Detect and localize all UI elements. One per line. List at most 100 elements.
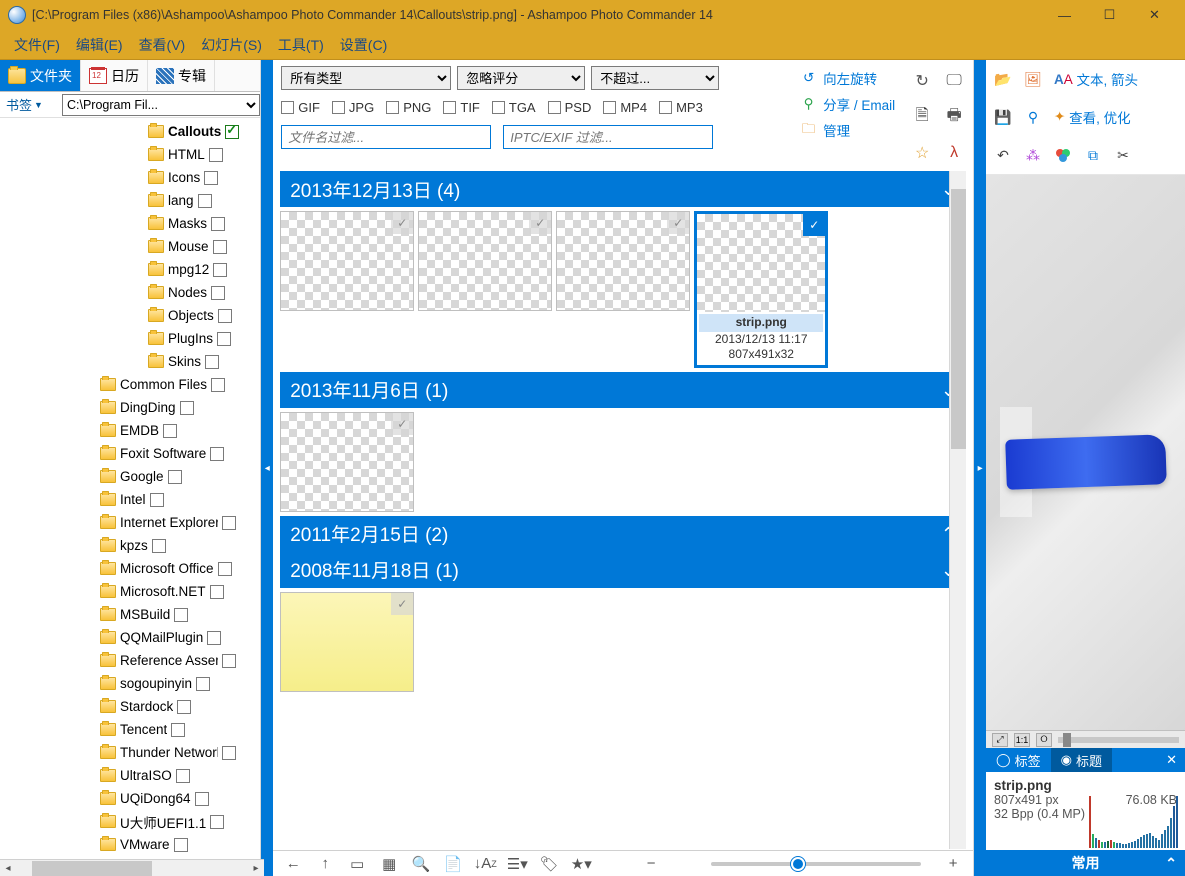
- tree-item[interactable]: sogoupinyin: [0, 672, 260, 695]
- tree-item[interactable]: DingDing: [0, 396, 260, 419]
- tree-item[interactable]: Common Files: [0, 373, 260, 396]
- share2-icon[interactable]: ⚲: [1020, 104, 1046, 130]
- layout2-icon[interactable]: ▦: [379, 854, 399, 874]
- menu-tools[interactable]: 工具(T): [272, 32, 330, 58]
- layout1-icon[interactable]: ▭: [347, 854, 367, 874]
- tree-item[interactable]: Reference Assemblies: [0, 649, 260, 672]
- tab-folders[interactable]: 文件夹: [0, 60, 81, 91]
- tree-item[interactable]: QQMailPlugin: [0, 626, 260, 649]
- tool-view-optimize[interactable]: ✦ 查看, 优化: [1050, 104, 1135, 130]
- thumbnail[interactable]: ✓: [556, 211, 690, 311]
- right-tab-title[interactable]: ◉标题: [1051, 748, 1112, 772]
- copy-icon[interactable]: 🗎: [911, 106, 933, 128]
- right-tabs-more[interactable]: ✕: [1158, 752, 1185, 768]
- tab-calendar[interactable]: 日历: [81, 60, 148, 91]
- tag-icon[interactable]: 🏷: [539, 854, 559, 874]
- zoom-in-icon[interactable]: +: [943, 854, 963, 874]
- preview-image[interactable]: [1005, 434, 1167, 490]
- menu-edit[interactable]: 编辑(E): [70, 32, 129, 58]
- right-tab-tags[interactable]: ◯标签: [986, 748, 1051, 772]
- format-checkbox-tif[interactable]: TIF: [443, 100, 480, 115]
- format-checkbox-mp4[interactable]: MP4: [603, 100, 647, 115]
- tree-item[interactable]: mpg12: [0, 258, 260, 281]
- tree-item[interactable]: UltraISO: [0, 764, 260, 787]
- tree-horizontal-scrollbar[interactable]: ◂▸: [0, 859, 264, 876]
- tree-item[interactable]: Mouse: [0, 235, 260, 258]
- tree-item[interactable]: Callouts: [0, 120, 260, 143]
- format-checkbox-mp3[interactable]: MP3: [659, 100, 703, 115]
- tree-item[interactable]: Microsoft Office: [0, 557, 260, 580]
- zoom-out-icon[interactable]: −: [641, 854, 661, 874]
- menu-slideshow[interactable]: 幻灯片(S): [195, 32, 268, 58]
- format-checkbox-tga[interactable]: TGA: [492, 100, 536, 115]
- menu-file[interactable]: 文件(F): [8, 32, 66, 58]
- format-checkbox-png[interactable]: PNG: [386, 100, 431, 115]
- nav-prev-icon[interactable]: ←: [283, 854, 303, 874]
- format-checkbox-gif[interactable]: GIF: [281, 100, 320, 115]
- filter-type-select[interactable]: 所有类型: [281, 66, 451, 90]
- tree-item[interactable]: HTML: [0, 143, 260, 166]
- splitter-right[interactable]: ▸: [974, 60, 986, 876]
- format-checkbox-psd[interactable]: PSD: [548, 100, 592, 115]
- zoom-icon[interactable]: 🔍: [411, 854, 431, 874]
- save-icon[interactable]: 💾: [990, 104, 1016, 130]
- sort-by-icon[interactable]: ☰▾: [507, 854, 527, 874]
- bookmark-dropdown[interactable]: 书签 ▼: [0, 95, 62, 114]
- date-group-header[interactable]: 2013年12月13日 (4)⌄: [280, 171, 966, 207]
- favorite-icon[interactable]: ☆: [911, 142, 933, 164]
- menu-settings[interactable]: 设置(C): [334, 32, 393, 58]
- tree-item[interactable]: Google: [0, 465, 260, 488]
- thumb-size-slider[interactable]: [711, 862, 921, 866]
- rotate-right-icon[interactable]: ↻: [911, 70, 933, 92]
- actual-icon[interactable]: 1:1: [1014, 733, 1030, 747]
- tree-item[interactable]: Stardock: [0, 695, 260, 718]
- crop-icon[interactable]: ⧉: [1080, 142, 1106, 168]
- tree-item[interactable]: PlugIns: [0, 327, 260, 350]
- menu-view[interactable]: 查看(V): [133, 32, 192, 58]
- tool-text-arrow[interactable]: AA 文本, 箭头: [1050, 66, 1142, 92]
- frequent-panel-toggle[interactable]: 常用⌃: [986, 850, 1185, 876]
- tree-item[interactable]: Objects: [0, 304, 260, 327]
- thumbnail[interactable]: ✓: [418, 211, 552, 311]
- tree-item[interactable]: lang: [0, 189, 260, 212]
- tree-item[interactable]: VMware: [0, 833, 260, 856]
- filter-iptc-input[interactable]: [503, 125, 713, 149]
- lock-icon[interactable]: ⭘: [1036, 733, 1052, 747]
- thumbnail[interactable]: ✓: [280, 592, 414, 692]
- splitter-left[interactable]: ◂: [261, 60, 273, 876]
- rgb-icon[interactable]: [1050, 142, 1076, 168]
- thumbnail[interactable]: ✓: [280, 211, 414, 311]
- date-group-header[interactable]: 2011年2月15日 (2)⌃: [280, 516, 966, 552]
- tree-item[interactable]: EMDB: [0, 419, 260, 442]
- tree-item[interactable]: Tencent: [0, 718, 260, 741]
- pdf-icon[interactable]: λ: [943, 142, 965, 164]
- filter-filename-input[interactable]: [281, 125, 491, 149]
- print-icon[interactable]: 🖶: [943, 106, 965, 128]
- tree-item[interactable]: Thunder Network: [0, 741, 260, 764]
- monitor-icon[interactable]: 🖵: [943, 70, 965, 92]
- preview-zoom-slider[interactable]: [1058, 737, 1179, 743]
- tree-item[interactable]: Microsoft.NET: [0, 580, 260, 603]
- format-checkbox-jpg[interactable]: JPG: [332, 100, 374, 115]
- tree-item[interactable]: Intel: [0, 488, 260, 511]
- tab-albums[interactable]: 专辑: [148, 60, 215, 91]
- action-rotate-left[interactable]: ↺向左旋转: [800, 68, 895, 88]
- maximize-button[interactable]: ☐: [1087, 0, 1132, 30]
- action-manage[interactable]: 🗀管理: [800, 120, 895, 140]
- tree-item[interactable]: Nodes: [0, 281, 260, 304]
- undo-icon[interactable]: ↶: [990, 142, 1016, 168]
- tree-item[interactable]: MSBuild: [0, 603, 260, 626]
- wand-icon[interactable]: ⁂: [1020, 142, 1046, 168]
- copy2-icon[interactable]: 📄: [443, 854, 463, 874]
- tree-item[interactable]: kpzs: [0, 534, 260, 557]
- thumbnail[interactable]: ✓strip.png2013/12/13 11:17807x491x32: [694, 211, 828, 368]
- path-dropdown[interactable]: C:\Program Fil...: [62, 94, 260, 116]
- tree-item[interactable]: Skins: [0, 350, 260, 373]
- tree-item[interactable]: Icons: [0, 166, 260, 189]
- tree-item[interactable]: U大师UEFI1.1: [0, 810, 260, 833]
- thumbnail[interactable]: ✓: [280, 412, 414, 512]
- date-group-header[interactable]: 2008年11月18日 (1)⌄: [280, 552, 966, 588]
- scissor-icon[interactable]: ✂: [1110, 142, 1136, 168]
- date-group-header[interactable]: 2013年11月6日 (1)⌄: [280, 372, 966, 408]
- nav-up-icon[interactable]: ↑: [315, 854, 335, 874]
